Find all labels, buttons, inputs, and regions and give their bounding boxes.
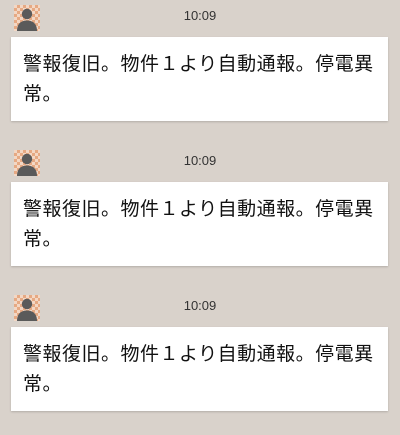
message-item[interactable]: 10:09 警報復旧。物件１より自動通報。停電異常。 <box>0 290 400 435</box>
message-timestamp: 10:09 <box>183 298 217 313</box>
message-text: 警報復旧。物件１より自動通報。停電異常。 <box>23 343 374 395</box>
message-item[interactable]: 10:09 警報復旧。物件１より自動通報。停電異常。 <box>0 145 400 290</box>
message-item[interactable]: 10:09 警報復旧。物件１より自動通報。停電異常。 <box>0 0 400 145</box>
message-timestamp: 10:09 <box>183 153 217 168</box>
message-timestamp: 10:09 <box>183 8 217 23</box>
message-text: 警報復旧。物件１より自動通報。停電異常。 <box>23 198 374 250</box>
message-bubble[interactable]: 警報復旧。物件１より自動通報。停電異常。 <box>11 327 388 411</box>
message-text: 警報復旧。物件１より自動通報。停電異常。 <box>23 53 374 105</box>
message-bubble[interactable]: 警報復旧。物件１より自動通報。停電異常。 <box>11 37 388 121</box>
message-bubble[interactable]: 警報復旧。物件１より自動通報。停電異常。 <box>11 182 388 266</box>
